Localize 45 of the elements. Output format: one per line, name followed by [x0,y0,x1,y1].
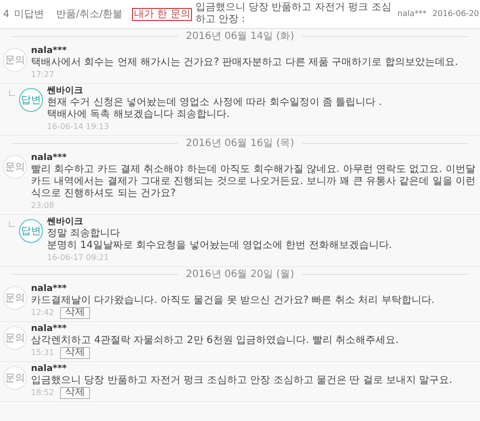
author-name: nala*** [31,324,68,335]
reply-indent-icon [9,221,15,227]
message-time: 17:27 [31,70,54,80]
message-time: 12:42 [31,308,54,318]
message-text: 택배사에서 회수는 언제 해가시는 건가요? 판매자분하고 다른 제품 구매하기로 합의보았는데요. [31,57,458,69]
message-time: 16-06-14 19:13 [47,122,109,132]
answer-badge: 답변 [19,88,43,112]
message-text: 입금했으니 당장 반품하고 자전거 펑크 조심하고 안장 조심하고 물건은 딴 걸로 보내지 말구요. [31,375,452,387]
question-badge: 문의 [3,366,27,390]
answer-badge: 답변 [19,219,43,243]
author-name: nala*** [31,153,68,164]
row-number: 4 [2,8,10,22]
delete-button[interactable]: 삭제 [60,347,90,359]
message-text: 빨리 회수하고 카드 결제 취소해야 하는데 아직도 회수해가질 않네요. 아무런 연락도 없고요. 이번달 카드 내역에서는 결제가 그대로 진행되는 것으로 나오거든요. 보니까 꽤 큰 유통사 같은데 일을 이런식으로 진행하셔도 되는 건가요? [31,164,477,200]
question-badge: 문의 [3,286,27,310]
category-text: 반품/취소/환불 [56,8,124,22]
message-time: 23:08 [31,201,54,211]
my-inquiry-badge: 내가 한 문의 [132,8,192,20]
message-text: 분명히 14일날짜로 회수요청을 넣어놨는데 영업소에 한번 전화해보겠습니다. [47,240,392,252]
message-text: 삼각렌치하고 4관절락 자물쇠하고 2만 6천원 입금하였습니다. 빨리 취소해주세요. [31,335,399,347]
date-divider-label: 2016년 06월 14일 (화) [186,30,294,44]
author-name: nala*** [31,364,68,375]
message-text: 현재 수거 신청은 넣어놨는데 영업소 사정에 따라 회수일정이 좀 틀립니다 . [47,97,382,109]
message-text: 정말 죄송합니다 [47,228,122,240]
reply-indent-icon [9,90,15,96]
author-name: 쎈바이크 [47,217,84,228]
question-badge: 문의 [3,155,27,179]
date-text: 2016-06-20 [432,8,480,20]
question-badge: 문의 [3,326,27,350]
author-name: nala*** [31,284,68,295]
author-name: nala*** [397,8,426,20]
status-text: 미답변 [14,8,45,22]
message-text: 카드결제날이 다가왔습니다. 아직도 물건을 못 받으신 건가요? 빠른 취소 처리 부탁합니다. [31,295,434,307]
message-text: 택배사에 독촉 해보겠습니다 죄송합니다. [47,109,231,121]
author-name: 쎈바이크 [47,86,84,97]
date-divider-label: 2016년 06월 16일 (목) [186,137,294,151]
message-time: 15:31 [31,348,54,358]
message-time: 18:52 [31,388,54,398]
message-time: 16-06-17 09:21 [47,253,109,263]
inquiry-title[interactable]: 입금했으니 당장 반품하고 자전거 펑크 조심하고 안장 : [195,2,394,26]
delete-button[interactable]: 삭제 [60,307,90,319]
date-divider-label: 2016년 06월 20일 (월) [186,268,294,282]
delete-button[interactable]: 삭제 [60,387,90,399]
question-badge: 문의 [3,48,27,72]
author-name: nala*** [31,46,68,57]
